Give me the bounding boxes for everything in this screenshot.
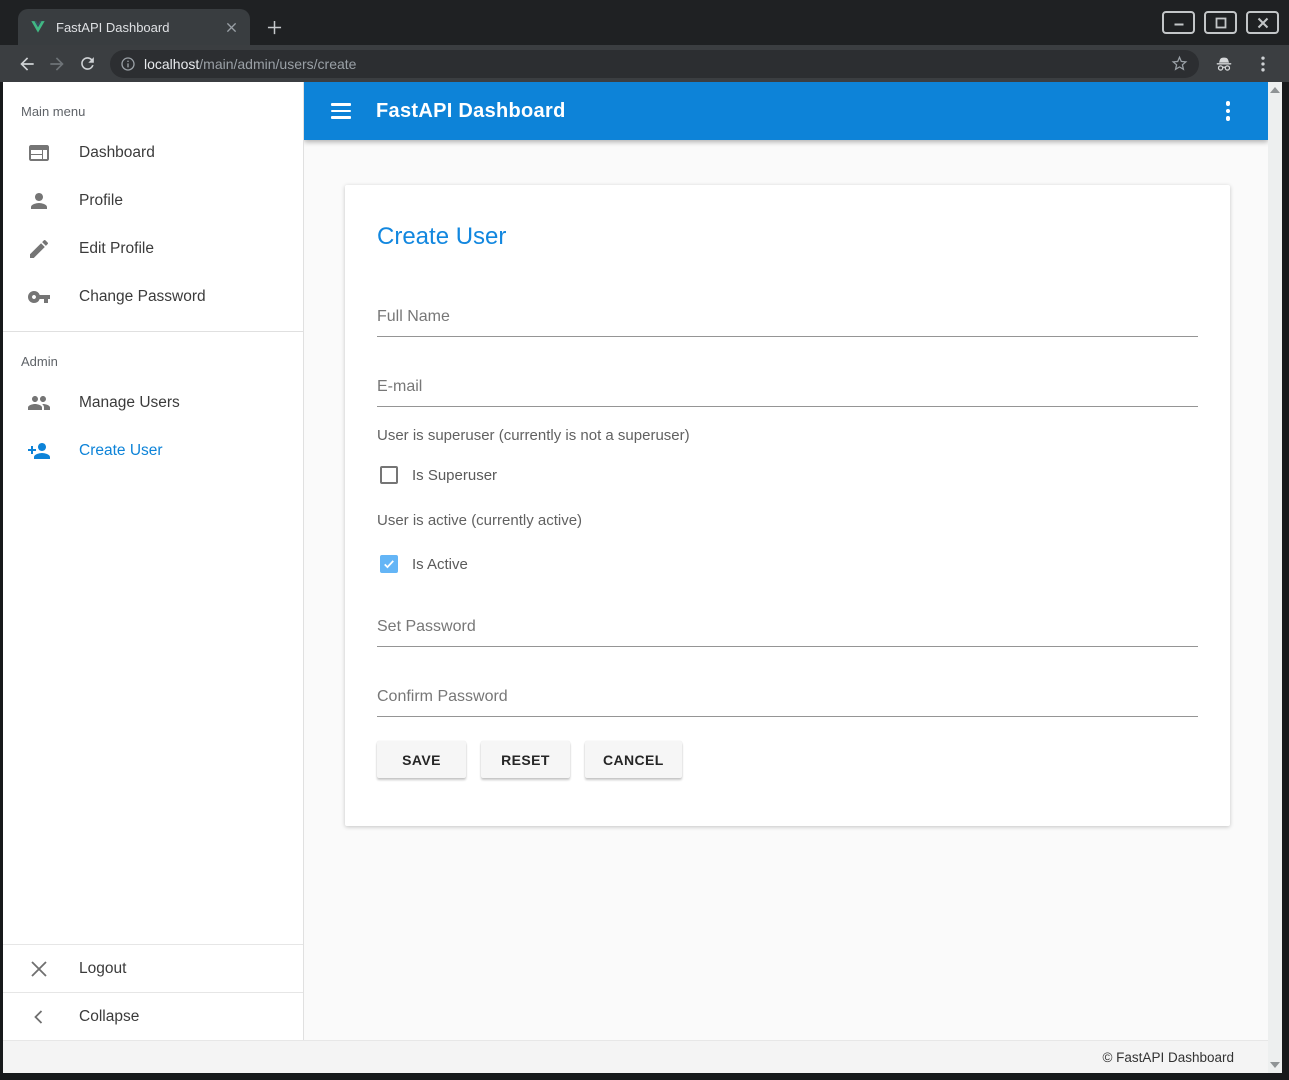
logout-close-icon bbox=[27, 957, 51, 981]
dashboard-icon bbox=[27, 141, 51, 165]
email-input[interactable] bbox=[377, 377, 1198, 407]
scrollbar-up-arrow[interactable] bbox=[1270, 87, 1280, 93]
key-icon bbox=[27, 285, 51, 309]
sidebar-item-dashboard[interactable]: Dashboard bbox=[3, 129, 303, 177]
appbar-title: FastAPI Dashboard bbox=[376, 100, 566, 123]
pencil-icon bbox=[27, 237, 51, 261]
hamburger-menu-icon[interactable] bbox=[328, 98, 354, 124]
set-password-input[interactable] bbox=[377, 617, 1198, 647]
appbar-kebab-menu-icon[interactable] bbox=[1216, 99, 1240, 123]
window-controls bbox=[1162, 11, 1279, 34]
new-tab-icon[interactable] bbox=[263, 16, 285, 38]
copyright-text: © FastAPI Dashboard bbox=[1102, 1050, 1234, 1065]
sidebar-section-main-menu: Main menu bbox=[3, 82, 303, 129]
page-scrollbar[interactable] bbox=[1268, 82, 1282, 1073]
confirm-password-input[interactable] bbox=[377, 687, 1198, 717]
tab-title: FastAPI Dashboard bbox=[56, 20, 222, 35]
forward-icon[interactable] bbox=[42, 49, 72, 79]
back-icon[interactable] bbox=[12, 49, 42, 79]
sidebar-item-label: Profile bbox=[79, 192, 123, 210]
sidebar-item-collapse[interactable]: Collapse bbox=[3, 992, 303, 1040]
sidebar-bottom: Logout Collapse bbox=[3, 944, 303, 1040]
page-footer: © FastAPI Dashboard bbox=[3, 1040, 1268, 1073]
sidebar: Main menu Dashboard Profile Edit Profile bbox=[3, 82, 304, 1040]
close-window-button[interactable] bbox=[1246, 11, 1279, 34]
minimize-button[interactable] bbox=[1162, 11, 1195, 34]
sidebar-item-profile[interactable]: Profile bbox=[3, 177, 303, 225]
person-icon bbox=[27, 189, 51, 213]
vue-logo-icon bbox=[30, 19, 46, 35]
url-path: /main/admin/users/create bbox=[199, 56, 356, 72]
is-active-checkbox[interactable] bbox=[380, 555, 398, 573]
is-superuser-row: Is Superuser bbox=[377, 466, 1198, 484]
sidebar-item-edit-profile[interactable]: Edit Profile bbox=[3, 225, 303, 273]
form-buttons: SAVE RESET CANCEL bbox=[377, 741, 1198, 778]
browser-toolbar: localhost/main/admin/users/create bbox=[0, 45, 1289, 82]
superuser-hint: User is superuser (currently is not a su… bbox=[377, 427, 1198, 444]
browser-tab[interactable]: FastAPI Dashboard bbox=[18, 9, 250, 45]
sidebar-item-label: Create User bbox=[79, 442, 163, 460]
reload-icon[interactable] bbox=[72, 49, 102, 79]
tab-close-icon[interactable] bbox=[222, 18, 240, 36]
bookmark-star-icon[interactable] bbox=[1170, 54, 1189, 73]
person-add-icon bbox=[27, 439, 51, 463]
url-host: localhost bbox=[144, 56, 199, 72]
is-active-label: Is Active bbox=[412, 556, 468, 573]
browser-window: FastAPI Dashboard bbox=[0, 0, 1289, 1080]
sidebar-item-logout[interactable]: Logout bbox=[3, 944, 303, 992]
address-bar[interactable]: localhost/main/admin/users/create bbox=[110, 50, 1199, 78]
full-name-input[interactable] bbox=[377, 307, 1198, 337]
scrollbar-down-arrow[interactable] bbox=[1270, 1062, 1280, 1068]
sidebar-item-label: Edit Profile bbox=[79, 240, 154, 258]
maximize-button[interactable] bbox=[1204, 11, 1237, 34]
sidebar-item-label: Change Password bbox=[79, 288, 206, 306]
is-superuser-label: Is Superuser bbox=[412, 467, 497, 484]
page: Main menu Dashboard Profile Edit Profile bbox=[3, 82, 1282, 1073]
incognito-icon bbox=[1213, 53, 1235, 75]
sidebar-item-manage-users[interactable]: Manage Users bbox=[3, 379, 303, 427]
sidebar-item-change-password[interactable]: Change Password bbox=[3, 273, 303, 321]
sidebar-item-label: Collapse bbox=[79, 1008, 139, 1026]
people-icon bbox=[27, 391, 51, 415]
save-button[interactable]: SAVE bbox=[377, 741, 466, 778]
create-user-card: Create User User is superuser (currently… bbox=[345, 185, 1230, 826]
sidebar-item-label: Logout bbox=[79, 960, 126, 978]
browser-menu-kebab-icon[interactable] bbox=[1253, 54, 1273, 74]
is-superuser-checkbox[interactable] bbox=[380, 466, 398, 484]
main-content: FastAPI Dashboard Create User User is su… bbox=[304, 82, 1268, 1040]
sidebar-section-admin: Admin bbox=[3, 332, 303, 379]
toolbar-right-icons bbox=[1213, 53, 1273, 75]
url-text[interactable]: localhost/main/admin/users/create bbox=[144, 56, 1170, 72]
cancel-button[interactable]: CANCEL bbox=[585, 741, 682, 778]
chevron-left-icon bbox=[27, 1005, 51, 1029]
is-active-row: Is Active bbox=[377, 555, 1198, 573]
app-bar: FastAPI Dashboard bbox=[304, 82, 1268, 140]
info-icon[interactable] bbox=[120, 56, 136, 72]
sidebar-item-label: Manage Users bbox=[79, 394, 180, 412]
browser-titlebar: FastAPI Dashboard bbox=[0, 0, 1289, 45]
sidebar-item-label: Dashboard bbox=[79, 144, 155, 162]
page-title: Create User bbox=[377, 185, 1198, 251]
active-hint: User is active (currently active) bbox=[377, 512, 1198, 529]
sidebar-item-create-user[interactable]: Create User bbox=[3, 427, 303, 475]
reset-button[interactable]: RESET bbox=[481, 741, 570, 778]
